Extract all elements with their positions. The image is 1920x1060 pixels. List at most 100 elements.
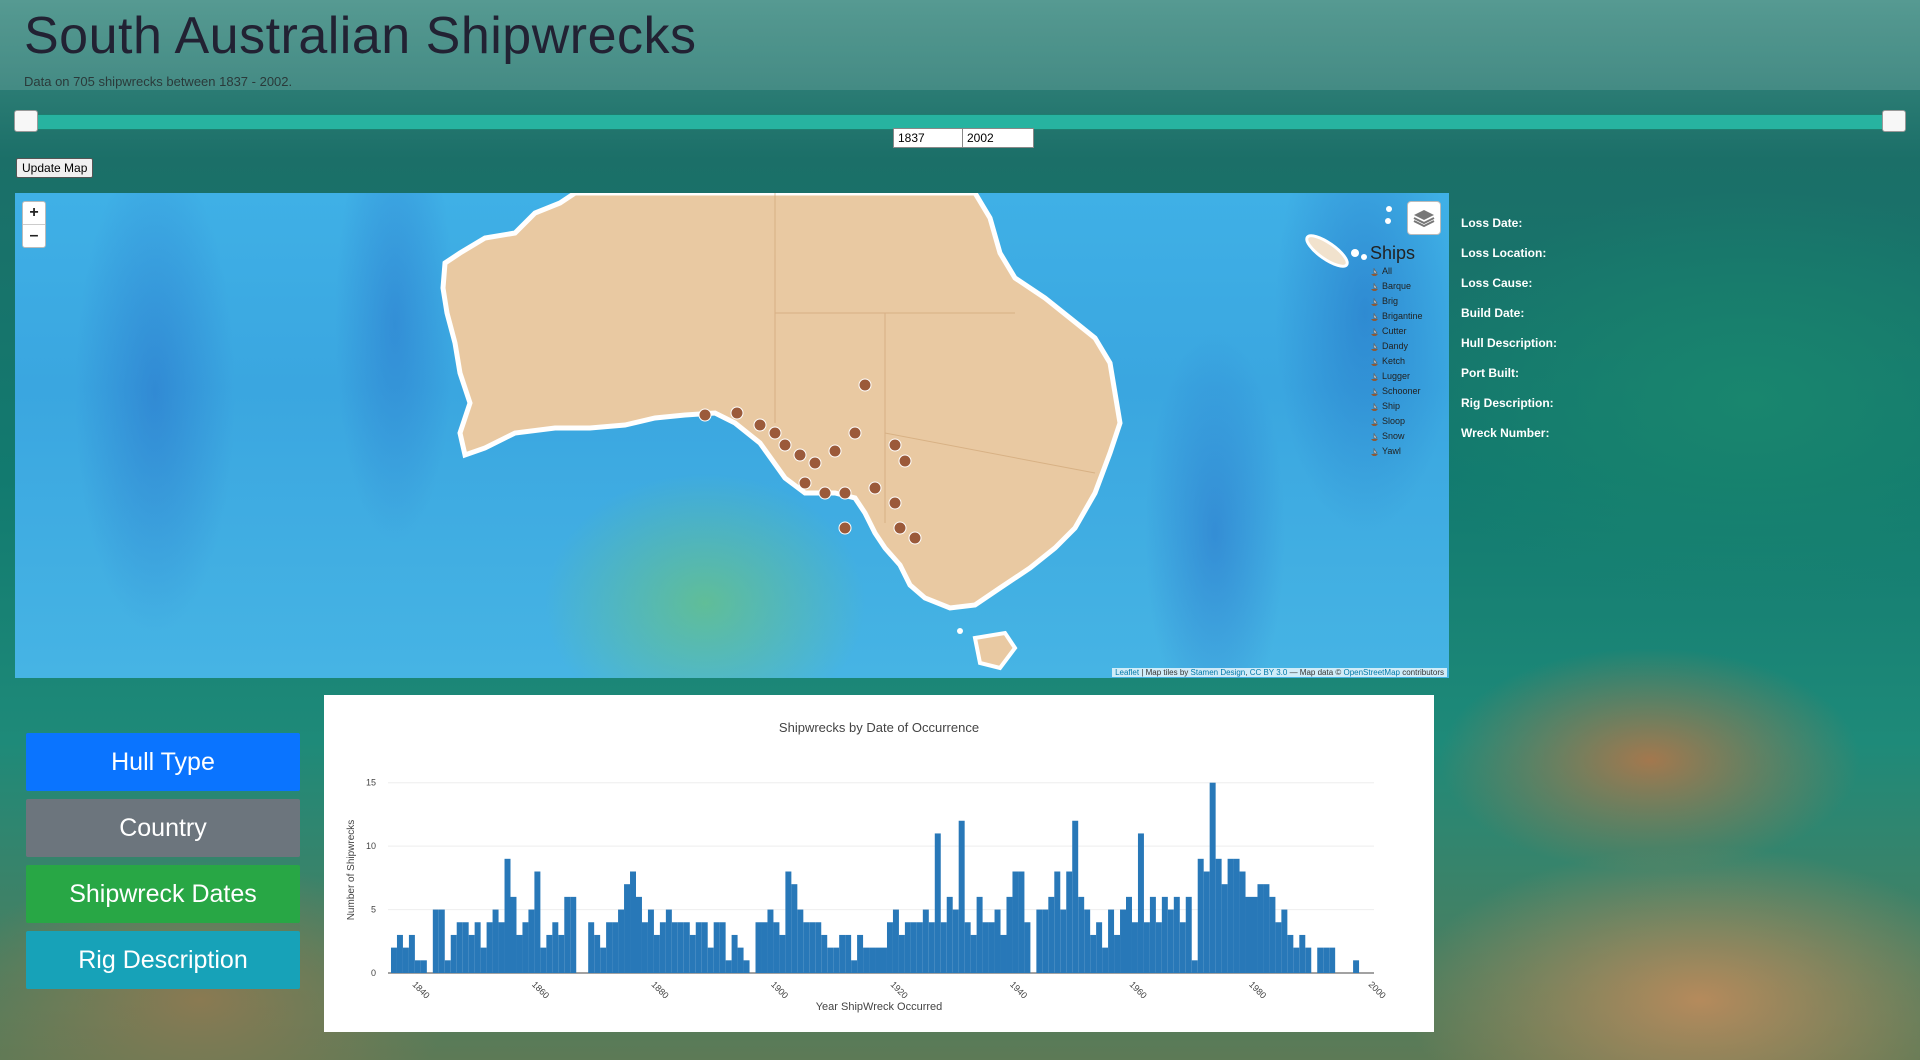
bar <box>1293 947 1300 973</box>
ship-icon <box>1371 267 1378 276</box>
bar <box>695 922 702 973</box>
map-attribution: Leaflet | Map tiles by Stamen Design, CC… <box>1112 668 1447 677</box>
slider-end-handle[interactable] <box>1882 110 1906 132</box>
bar <box>612 922 619 973</box>
legend-label: Sloop <box>1382 416 1406 426</box>
legend-item[interactable]: Dandy <box>1370 339 1440 354</box>
shipwreck-dates-button[interactable]: Shipwreck Dates <box>26 865 300 923</box>
leaflet-link[interactable]: Leaflet <box>1115 668 1139 677</box>
x-tick-label: 1900 <box>769 979 790 1000</box>
tasmania <box>972 630 1018 671</box>
bar <box>1185 896 1192 973</box>
bar <box>1353 960 1360 973</box>
bar <box>624 884 631 973</box>
bar <box>1155 922 1162 973</box>
bar <box>857 934 864 973</box>
slider-start-handle[interactable] <box>14 110 38 132</box>
bar <box>432 909 439 973</box>
shipwreck-marker <box>808 456 822 470</box>
detail-label: Build Date: <box>1461 306 1525 320</box>
bar <box>671 922 678 973</box>
rig-description-button[interactable]: Rig Description <box>26 931 300 989</box>
bar <box>946 896 953 973</box>
shipwreck-marker <box>730 406 744 420</box>
bar <box>797 909 804 973</box>
legend-item[interactable]: Lugger <box>1370 369 1440 384</box>
shipwreck-marker <box>888 438 902 452</box>
legend-label: All <box>1382 266 1393 276</box>
layers-icon <box>1413 210 1435 228</box>
legend-item[interactable]: Brig <box>1370 294 1440 309</box>
bar <box>761 922 768 973</box>
bar <box>785 871 792 973</box>
end-year-input[interactable] <box>962 128 1034 148</box>
island <box>1305 234 1349 268</box>
bar <box>588 922 595 973</box>
legend-item[interactable]: Ship <box>1370 399 1440 414</box>
legend-item[interactable]: Ketch <box>1370 354 1440 369</box>
ship-icon <box>1371 447 1378 456</box>
bar <box>1149 896 1156 973</box>
island <box>1361 254 1367 260</box>
legend-item[interactable]: Yawl <box>1370 444 1440 459</box>
bar <box>1096 922 1103 973</box>
legend-item[interactable]: Sloop <box>1370 414 1440 429</box>
bar <box>444 960 451 973</box>
detail-label: Loss Cause: <box>1461 276 1533 290</box>
ship-icon <box>1371 282 1378 291</box>
legend-item[interactable]: All <box>1370 264 1440 279</box>
legend-items: All Barque Brig Brigantine Cutter Dandy Ketch L… <box>1370 264 1440 459</box>
zoom-out-button[interactable]: – <box>23 224 45 247</box>
update-map-button[interactable]: Update Map <box>16 158 94 178</box>
bar <box>1227 858 1234 973</box>
bar <box>1072 820 1079 973</box>
legend-label: Schooner <box>1382 386 1421 396</box>
country-button[interactable]: Country <box>26 799 300 857</box>
chart-ticks: 1840 1860 1880 1900 1920 1940 1960 1980 2000 <box>410 979 1387 1000</box>
bar <box>976 896 983 973</box>
stamen-link[interactable]: Stamen Design <box>1191 668 1246 677</box>
attribution-text: — Map data © <box>1287 668 1344 677</box>
bar <box>1215 858 1222 973</box>
legend-item[interactable]: Brigantine <box>1370 309 1440 324</box>
map[interactable]: + – Leaflet | Map tiles by Stamen Design… <box>15 193 1449 678</box>
bar <box>994 909 1001 973</box>
bar <box>731 934 738 973</box>
bar <box>522 922 529 973</box>
start-year-input[interactable] <box>893 128 965 148</box>
bar <box>635 896 642 973</box>
osm-link[interactable]: OpenStreetMap <box>1343 668 1399 677</box>
bar <box>1120 909 1127 973</box>
zoom-in-button[interactable]: + <box>23 202 45 224</box>
legend-item[interactable]: Cutter <box>1370 324 1440 339</box>
ship-icon <box>1371 327 1378 336</box>
bar <box>827 947 834 973</box>
shipwreck-marker <box>868 481 882 495</box>
legend-item[interactable]: Snow <box>1370 429 1440 444</box>
bar <box>1066 871 1073 973</box>
legend-label: Brigantine <box>1382 311 1423 321</box>
shipwreck-marker <box>768 426 782 440</box>
legend-label: Dandy <box>1382 341 1409 351</box>
hull-type-button[interactable]: Hull Type <box>26 733 300 791</box>
ship-icon <box>1371 357 1378 366</box>
bar <box>1018 871 1025 973</box>
layers-button[interactable] <box>1407 201 1441 235</box>
ship-icon <box>1371 312 1378 321</box>
bar <box>940 922 947 973</box>
bar <box>647 909 654 973</box>
bar <box>898 934 905 973</box>
bar <box>1275 922 1282 973</box>
shipwreck-marker <box>778 438 792 452</box>
bar <box>982 922 989 973</box>
shipwreck-marker <box>848 426 862 440</box>
legend-item[interactable]: Schooner <box>1370 384 1440 399</box>
detail-label: Loss Location: <box>1461 246 1547 260</box>
cc-link[interactable]: CC BY 3.0 <box>1250 668 1288 677</box>
legend-item[interactable]: Barque <box>1370 279 1440 294</box>
bar <box>767 909 774 973</box>
bar <box>1257 884 1264 973</box>
shipwreck-marker <box>908 531 922 545</box>
bar <box>701 922 708 973</box>
bar <box>755 922 762 973</box>
